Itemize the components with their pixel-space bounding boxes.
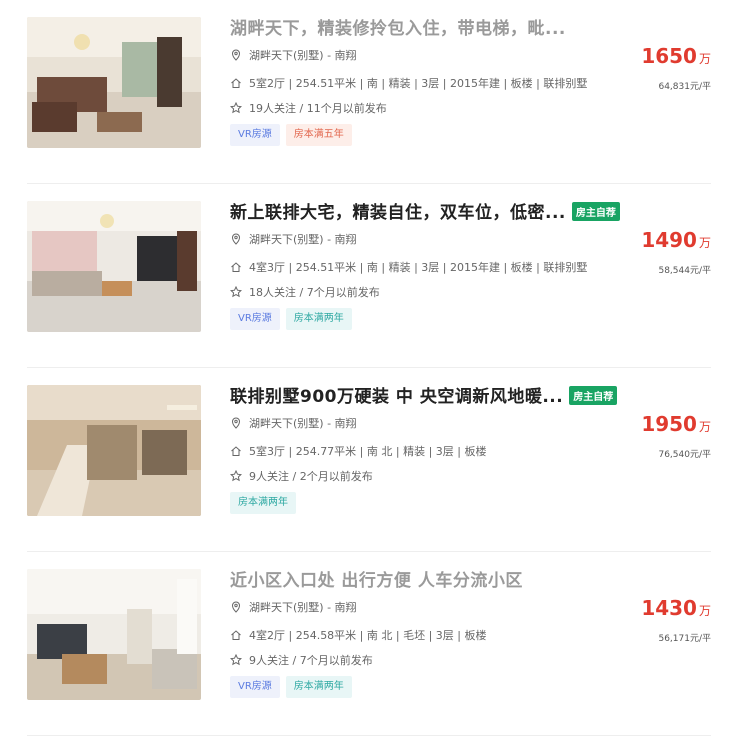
listing-title-text[interactable]: 新上联排大宅，精装自住，双车位，低密... [230, 203, 566, 223]
total-price: 1430 [641, 596, 697, 620]
house-icon [230, 445, 242, 457]
listing-follow: 18人关注 / 7个月以前发布 [230, 284, 380, 300]
unit-price: 58,544元/平 [658, 266, 711, 276]
listing-info: 4室3厅 | 254.51平米 | 南 | 精装 | 3层 | 2015年建 |… [230, 259, 587, 275]
unit-price: 76,540元/平 [658, 450, 711, 460]
map-pin-icon [230, 233, 242, 245]
listing-info-text: 4室2厅 | 254.58平米 | 南 北 | 毛坯 | 3层 | 板楼 [249, 629, 487, 642]
listing-photo[interactable] [27, 385, 201, 516]
tag-vr: VR房源 [230, 676, 280, 698]
owner-recommend-badge: 房主自荐 [571, 202, 620, 221]
listing-title-text[interactable]: 联排别墅900万硬装 中 央空调新风地暖... [230, 387, 563, 407]
listing-tags: VR房源 房本满两年 [230, 308, 352, 330]
listing-location: 湖畔天下(别墅) - 南翔 [230, 47, 357, 63]
listing-price: 1490 万 58,544元/平 [641, 228, 711, 276]
tag-vr: VR房源 [230, 124, 280, 146]
listing-item[interactable]: 近小区入口处 出行方便 人车分流小区 湖畔天下(别墅) - 南翔 4室2厅 | … [27, 552, 711, 736]
listing-follow: 19人关注 / 11个月以前发布 [230, 100, 387, 116]
listing-item[interactable]: 联排别墅900万硬装 中 央空调新风地暖... 房主自荐 湖畔天下(别墅) - 南… [27, 368, 711, 552]
listing-tags: VR房源 房本满两年 [230, 676, 352, 698]
listing-photo[interactable] [27, 201, 201, 332]
house-icon [230, 261, 242, 273]
map-pin-icon [230, 601, 242, 613]
tag-vr: VR房源 [230, 308, 280, 330]
total-price-unit: 万 [698, 52, 711, 66]
listing-info-text: 5室3厅 | 254.77平米 | 南 北 | 精装 | 3层 | 板楼 [249, 445, 487, 458]
owner-recommend-badge: 房主自荐 [569, 386, 618, 405]
listing-title[interactable]: 湖畔天下，精装修拎包入住，带电梯，毗... [230, 14, 566, 39]
listing-title[interactable]: 联排别墅900万硬装 中 央空调新风地暖... 房主自荐 [230, 382, 618, 407]
house-icon [230, 629, 242, 641]
star-icon [230, 470, 242, 482]
tag-two-years: 房本满两年 [285, 308, 352, 330]
total-price: 1650 [641, 44, 697, 68]
total-price: 1950 [641, 412, 697, 436]
listing-info: 5室2厅 | 254.51平米 | 南 | 精装 | 3层 | 2015年建 |… [230, 75, 587, 91]
listing-title[interactable]: 近小区入口处 出行方便 人车分流小区 [230, 566, 523, 591]
listing-location-text[interactable]: 湖畔天下(别墅) - 南翔 [249, 47, 357, 63]
listing-info: 4室2厅 | 254.58平米 | 南 北 | 毛坯 | 3层 | 板楼 [230, 627, 486, 643]
listing-follow-text: 9人关注 / 7个月以前发布 [249, 654, 373, 667]
listing-item[interactable]: 湖畔天下，精装修拎包入住，带电梯，毗... 湖畔天下(别墅) - 南翔 5室2厅… [27, 0, 711, 184]
listing-price: 1430 万 56,171元/平 [641, 596, 711, 644]
listing-price: 1650 万 64,831元/平 [641, 44, 711, 92]
listing-location-text[interactable]: 湖畔天下(别墅) - 南翔 [249, 415, 357, 431]
listing-follow-text: 9人关注 / 2个月以前发布 [249, 470, 373, 483]
listing-price: 1950 万 76,540元/平 [641, 412, 711, 460]
listing-follow-text: 19人关注 / 11个月以前发布 [249, 102, 387, 115]
unit-price: 64,831元/平 [658, 82, 711, 92]
listing-follow: 9人关注 / 7个月以前发布 [230, 652, 373, 668]
listing-title[interactable]: 新上联排大宅，精装自住，双车位，低密... 房主自荐 [230, 198, 620, 223]
listing-photo[interactable] [27, 569, 201, 700]
listing-location: 湖畔天下(别墅) - 南翔 [230, 231, 357, 247]
listing-location-text[interactable]: 湖畔天下(别墅) - 南翔 [249, 231, 357, 247]
star-icon [230, 286, 242, 298]
map-pin-icon [230, 417, 242, 429]
listing-tags: VR房源 房本满五年 [230, 124, 352, 146]
listing-info: 5室3厅 | 254.77平米 | 南 北 | 精装 | 3层 | 板楼 [230, 443, 486, 459]
star-icon [230, 654, 242, 666]
house-icon [230, 77, 242, 89]
listing-location: 湖畔天下(别墅) - 南翔 [230, 599, 357, 615]
listing-location: 湖畔天下(别墅) - 南翔 [230, 415, 357, 431]
listing-photo[interactable] [27, 17, 201, 148]
listing-follow-text: 18人关注 / 7个月以前发布 [249, 286, 380, 299]
tag-two-years: 房本满两年 [285, 676, 352, 698]
total-price-unit: 万 [698, 604, 711, 618]
listing-follow: 9人关注 / 2个月以前发布 [230, 468, 373, 484]
listing-item[interactable]: 新上联排大宅，精装自住，双车位，低密... 房主自荐 湖畔天下(别墅) - 南翔 … [27, 184, 711, 368]
star-icon [230, 102, 242, 114]
listing-info-text: 5室2厅 | 254.51平米 | 南 | 精装 | 3层 | 2015年建 |… [249, 77, 588, 90]
listing-tags: 房本满两年 [230, 492, 296, 514]
tag-two-years: 房本满两年 [230, 492, 296, 514]
listing-location-text[interactable]: 湖畔天下(别墅) - 南翔 [249, 599, 357, 615]
tag-five-years: 房本满五年 [285, 124, 352, 146]
total-price: 1490 [641, 228, 697, 252]
unit-price: 56,171元/平 [658, 634, 711, 644]
listing-info-text: 4室3厅 | 254.51平米 | 南 | 精装 | 3层 | 2015年建 |… [249, 261, 588, 274]
total-price-unit: 万 [698, 420, 711, 434]
map-pin-icon [230, 49, 242, 61]
total-price-unit: 万 [698, 236, 711, 250]
